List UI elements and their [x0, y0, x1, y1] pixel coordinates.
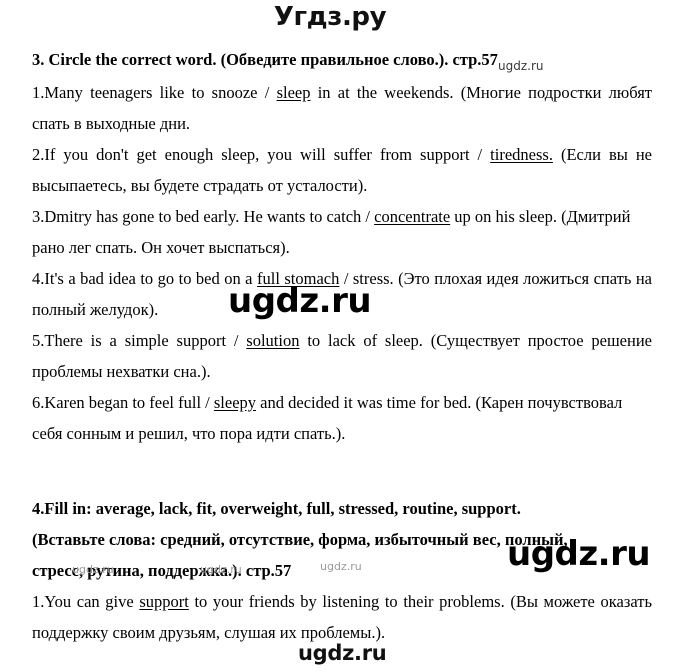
item-text-before: Dmitry has gone to bed early. He wants t…	[44, 207, 375, 226]
item-number: 4.	[32, 269, 45, 288]
item-text-before: Many teenagers like to snooze /	[44, 83, 277, 102]
item-text-before: It's a bad idea to go to bed on a	[44, 269, 257, 288]
exercise-3-item-6: 6.Karen began to feel full / sleepy and …	[32, 387, 652, 449]
exercise-4-item-1: 1.You can give support to your friends b…	[32, 586, 652, 648]
exercise-3-item-4: 4.It's a bad idea to go to bed on a full…	[32, 263, 652, 325]
item-number: 5.	[32, 331, 45, 350]
item-text-before: Karen began to feel full /	[44, 393, 214, 412]
exercise-3-item-5: 5.There is a simple support / solution t…	[32, 325, 652, 387]
item-answer-word: concentrate	[374, 207, 451, 226]
item-text-before: If you don't get enough sleep, you will …	[44, 145, 491, 164]
item-number: 6.	[32, 393, 45, 412]
document-content: 3. Circle the correct word. (Обведите пр…	[32, 44, 652, 648]
exercise-3-item-1: 1.Many teenagers like to snooze / sleep …	[32, 77, 652, 139]
item-text-before: You can give	[44, 592, 140, 611]
item-number: 2.	[32, 145, 45, 164]
item-answer-word: full stomach	[256, 269, 340, 288]
item-number: 1.	[32, 83, 45, 102]
exercise-4-heading-line-3: стресс, рутина, поддержка.). стр.57	[32, 561, 292, 580]
exercise-4-heading-line-2: (Вставьте слова: средний, отсутствие, фо…	[32, 530, 568, 549]
item-answer-word: sleep	[276, 83, 311, 102]
item-number: 1.	[32, 592, 45, 611]
item-answer-word: sleepy	[213, 393, 257, 412]
exercise-4-heading: 4.Fill in: average, lack, fit, overweigh…	[32, 493, 652, 586]
site-title: Угдз.ру	[273, 2, 387, 32]
item-answer-word: tiredness.	[490, 145, 553, 164]
exercise-3-heading: 3. Circle the correct word. (Обведите пр…	[32, 50, 498, 69]
item-text-before: There is a simple support /	[44, 331, 247, 350]
exercise-3-item-3: 3.Dmitry has gone to bed early. He wants…	[32, 201, 652, 263]
item-answer-word: support	[139, 592, 189, 611]
exercise-4-heading-line-1: 4.Fill in: average, lack, fit, overweigh…	[32, 499, 521, 518]
exercise-3-item-2: 2.If you don't get enough sleep, you wil…	[32, 139, 652, 201]
worksheet-page: Угдз.ру 3. Circle the correct word. (Обв…	[0, 0, 680, 672]
item-answer-word: solution	[246, 331, 300, 350]
item-number: 3.	[32, 207, 45, 226]
